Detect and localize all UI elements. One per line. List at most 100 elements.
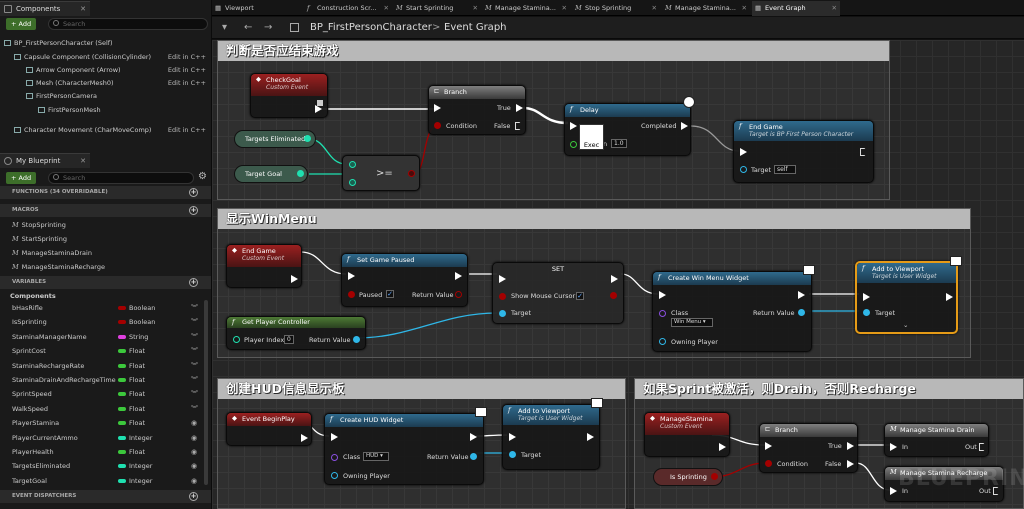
close-icon[interactable]: ✕ [473, 1, 478, 16]
variable-type[interactable]: Float [129, 387, 145, 401]
variable-type[interactable]: Float [129, 359, 145, 373]
variable-item[interactable]: StaminaRechargeRate Float ︾ [0, 359, 200, 373]
variable-type[interactable]: Integer [129, 431, 152, 445]
add-variable-icon[interactable]: + [189, 278, 198, 287]
variable-item[interactable]: TargetsEliminated Integer ◉ [0, 459, 200, 473]
duration-pin[interactable] [570, 141, 577, 148]
myblueprint-add-button[interactable]: + Add [6, 172, 37, 184]
node-create-hud-widget[interactable]: f Create HUD Widget Class HUD ▾ Return Va… [324, 407, 487, 485]
exec-out-pin[interactable] [455, 272, 462, 280]
visibility-closed-icon[interactable]: ︾ [191, 359, 198, 373]
component-item[interactable]: FirstPersonMesh [0, 104, 211, 117]
player-index-field[interactable]: 0 [284, 335, 294, 344]
exec-out-pin[interactable] [301, 434, 308, 442]
variable-type[interactable]: Float [129, 416, 145, 430]
editor-tab[interactable]: M Manage Stamina... ✕ [662, 1, 750, 16]
owning-player-pin[interactable] [659, 338, 666, 345]
get-is-sprinting-node[interactable]: Is Sprinting [653, 468, 723, 486]
component-item[interactable]: FirstPersonCamera [0, 90, 211, 103]
variable-type[interactable]: Float [129, 373, 145, 387]
exec-out-pin[interactable] [291, 275, 298, 283]
visibility-closed-icon[interactable]: ︾ [191, 402, 198, 416]
exec-in-pin[interactable] [570, 122, 577, 130]
node-add-to-viewport[interactable]: f Add to Viewport Target is User Widget Ta… [502, 398, 603, 470]
target-pin[interactable] [863, 309, 870, 316]
close-icon[interactable]: ✕ [384, 1, 389, 16]
scrollbar[interactable] [204, 300, 208, 485]
forward-arrow-icon[interactable]: → [264, 17, 272, 39]
component-item[interactable]: BP_FirstPersonCharacter (Self) [0, 37, 211, 50]
add-dispatcher-icon[interactable]: + [189, 492, 198, 501]
completed-exec-pin[interactable] [681, 122, 688, 130]
exec-in-pin[interactable] [890, 487, 897, 495]
target-pin[interactable] [499, 310, 506, 317]
exec-out-pin[interactable] [611, 275, 618, 283]
eye-icon[interactable]: ◉ [191, 445, 197, 459]
my-blueprint-tab[interactable]: My Blueprint ✕ [0, 153, 90, 168]
event-graph-canvas[interactable]: 判断是否应结束游戏 显示WinMenu 创建HUD信息显示板 如果Sprint被… [212, 40, 1024, 509]
functions-section-header[interactable]: FUNCTIONS (34 OVERRIDABLE) + [0, 186, 211, 199]
node-manage-stamina-drain[interactable]: M Manage Stamina Drain In Out [884, 423, 989, 457]
node-add-to-viewport[interactable]: f Add to Viewport Target is User Widget Ta… [855, 256, 962, 334]
variable-item[interactable]: PlayerCurrentAmmo Integer ◉ [0, 431, 200, 445]
close-icon[interactable]: ✕ [832, 1, 837, 16]
macro-item[interactable]: M StopSprinting [0, 218, 211, 232]
exec-out-pin[interactable] [470, 433, 477, 441]
variable-item[interactable]: bHasRifle Boolean ︾ [0, 301, 200, 315]
close-icon[interactable]: ✕ [80, 154, 86, 168]
exec-in-pin[interactable] [348, 272, 355, 280]
eye-icon[interactable]: ◉ [191, 459, 197, 473]
true-exec-pin[interactable] [847, 442, 854, 450]
exec-out-pin[interactable] [979, 443, 987, 451]
editor-tab[interactable]: f Construction Scr... ✕ [304, 1, 392, 16]
edit-in-cpp-link[interactable]: Edit in C++ [168, 124, 206, 137]
exec-in-pin[interactable] [509, 433, 516, 441]
delegate-pin[interactable] [317, 100, 323, 106]
editor-tab[interactable]: M Manage Stamina... ✕ [482, 1, 570, 16]
bool-pin[interactable] [711, 473, 718, 480]
class-pin[interactable] [659, 310, 666, 317]
variable-item[interactable]: TargetGoal Integer ◉ [0, 474, 200, 488]
visibility-closed-icon[interactable]: ︾ [191, 344, 198, 358]
exec-out-pin[interactable] [315, 105, 322, 113]
condition-pin[interactable] [434, 122, 441, 129]
node-managestamina-event[interactable]: ◆ ManageStamina Custom Event [644, 412, 730, 457]
exec-out-pin[interactable] [719, 443, 726, 451]
add-macro-icon[interactable]: + [189, 206, 198, 215]
integer-pin[interactable] [304, 135, 311, 142]
variables-section-header[interactable]: VARIABLES + [0, 276, 211, 289]
paused-checkbox[interactable]: ✓ [386, 290, 394, 298]
variable-item[interactable]: PlayerStamina Float ◉ [0, 416, 200, 430]
return-pin[interactable] [470, 453, 477, 460]
exec-in-pin[interactable] [765, 442, 772, 450]
get-targets-eliminated-node[interactable]: Targets Eliminated [234, 130, 316, 148]
class-dropdown[interactable]: HUD ▾ [363, 452, 389, 461]
duration-field[interactable]: 1.0 [611, 139, 627, 148]
node-event-beginplay[interactable]: ◆ Event BeginPlay [226, 412, 312, 446]
node-delay[interactable]: f Delay n 1.0 Completed Exec [564, 96, 695, 156]
exec-in-pin[interactable] [659, 291, 666, 299]
variable-type[interactable]: Float [129, 445, 145, 459]
component-item[interactable]: Mesh (CharacterMesh0) Edit in C++ [0, 77, 211, 90]
true-exec-pin[interactable] [516, 104, 523, 112]
return-pin[interactable] [798, 309, 805, 316]
settings-gear-icon[interactable]: ⚙ [198, 171, 207, 182]
exec-out-pin[interactable] [798, 291, 805, 299]
node-create-win-menu-widget[interactable]: f Create Win Menu Widget Class Win Menu ▾… [652, 265, 815, 352]
exec-out-pin[interactable] [587, 433, 594, 441]
exec-in-pin[interactable] [863, 293, 870, 301]
event-dispatchers-section-header[interactable]: EVENT DISPATCHERS + [0, 490, 211, 503]
eye-icon[interactable]: ◉ [191, 416, 197, 430]
editor-tab[interactable]: ▦ Viewport [212, 1, 302, 16]
macro-item[interactable]: M ManageStaminaDrain [0, 246, 211, 260]
variable-type[interactable]: Boolean [129, 301, 155, 315]
return-pin[interactable] [455, 291, 462, 298]
node-branch[interactable]: ⊏ Branch Condition True False [428, 85, 526, 135]
owning-player-pin[interactable] [331, 472, 338, 479]
variable-type[interactable]: Boolean [129, 315, 155, 329]
node-end-game-event[interactable]: ◆ End Game Custom Event [226, 244, 302, 288]
condition-pin[interactable] [765, 460, 772, 467]
exec-in-pin[interactable] [890, 443, 897, 451]
node-end-game-call[interactable]: f End Game Target is BP First Person Chara… [733, 120, 874, 183]
input-b-pin[interactable] [349, 179, 356, 186]
